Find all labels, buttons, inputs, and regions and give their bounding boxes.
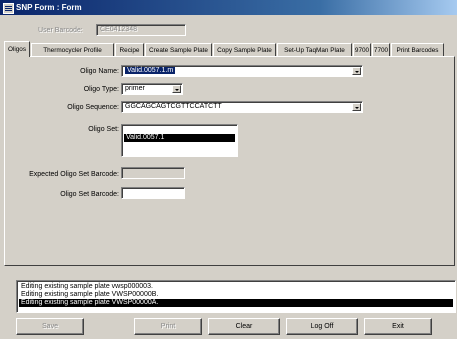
oligo-set-label: Oligo Set:: [88, 126, 119, 133]
clear-button[interactable]: Clear: [208, 318, 280, 335]
tab-thermocycler-profile[interactable]: Thermocycler Profile: [31, 43, 114, 56]
tab-7700[interactable]: 7700: [372, 43, 390, 56]
status-log-listbox[interactable]: Editing existing sample plate vwsp000003…: [16, 280, 456, 313]
tab-oligos[interactable]: Oligos: [4, 41, 30, 57]
chevron-down-icon[interactable]: [172, 85, 181, 93]
oligo-name-label: Oligo Name:: [80, 68, 119, 75]
expected-oligo-set-barcode-field: [121, 167, 185, 179]
tab-set-up-taqman-plate[interactable]: Set-Up TaqMan Plate: [277, 43, 352, 56]
user-barcode-label: User Barcode:: [38, 27, 83, 34]
oligo-set-barcode-label: Oligo Set Barcode:: [60, 191, 119, 198]
tab-recipe[interactable]: Recipe: [115, 43, 144, 56]
save-button[interactable]: Save: [16, 318, 84, 335]
log-row: Editing existing sample plate VWSP00000B…: [21, 291, 159, 298]
log-off-button[interactable]: Log Off: [286, 318, 358, 335]
user-barcode-field: CE0412348: [96, 24, 186, 36]
tab-print-barcodes[interactable]: Print Barcodes: [391, 43, 444, 56]
oligo-name-select[interactable]: Valid.0057.1.m: [121, 65, 363, 77]
print-button[interactable]: Print: [134, 318, 202, 335]
oligo-set-listbox[interactable]: Valid.0057.1: [121, 124, 238, 157]
oligo-name-value: Valid.0057.1.m: [125, 67, 176, 74]
oligo-sequence-select[interactable]: GGCAGCAGTCGTTCCATCTT: [121, 101, 363, 113]
log-row: Editing existing sample plate vwsp000003…: [21, 283, 153, 290]
oligo-type-value: primer: [125, 85, 145, 92]
oligos-panel: [4, 56, 455, 266]
exit-button[interactable]: Exit: [364, 318, 432, 335]
oligo-type-label: Oligo Type:: [83, 86, 119, 93]
expected-oligo-set-barcode-label: Expected Oligo Set Barcode:: [29, 171, 119, 178]
oligo-type-select[interactable]: primer: [121, 83, 183, 95]
snp-form-window: SNP Form : Form User Barcode: CE0412348 …: [0, 0, 457, 339]
oligo-sequence-value: GGCAGCAGTCGTTCCATCTT: [125, 103, 222, 110]
log-row: Editing existing sample plate VWSP00000A…: [19, 299, 453, 307]
tab-9700[interactable]: 9700: [353, 43, 371, 56]
list-item[interactable]: Valid.0057.1: [124, 134, 235, 142]
window-title: SNP Form : Form: [16, 3, 82, 12]
tab-copy-sample-plate[interactable]: Copy Sample Plate: [213, 43, 276, 56]
tab-create-sample-plate[interactable]: Create Sample Plate: [145, 43, 212, 56]
chevron-down-icon[interactable]: [352, 103, 361, 111]
form-icon: [3, 3, 14, 14]
title-bar[interactable]: SNP Form : Form: [0, 0, 457, 15]
chevron-down-icon[interactable]: [352, 67, 361, 75]
oligo-set-barcode-input[interactable]: [121, 187, 185, 199]
user-barcode-value: CE0412348: [100, 26, 137, 33]
oligo-sequence-label: Oligo Sequence:: [67, 104, 119, 111]
tab-strip: Oligos Thermocycler Profile Recipe Creat…: [4, 41, 456, 57]
